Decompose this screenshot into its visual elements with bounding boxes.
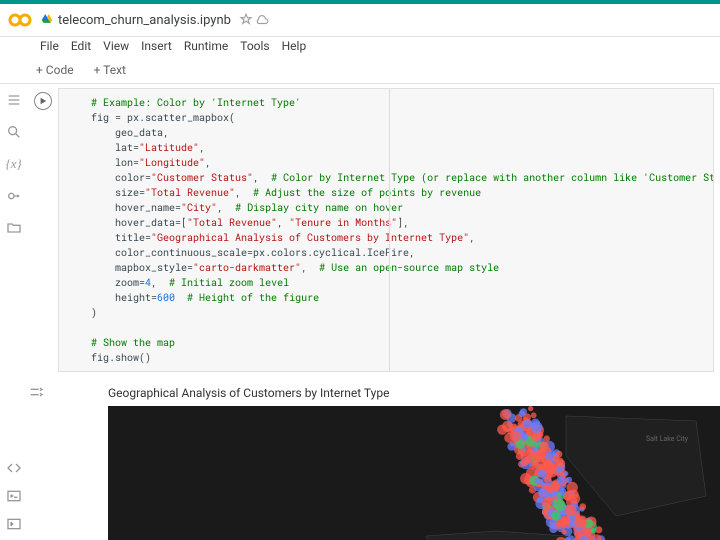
notebook-content: # Example: Color by 'Internet Type' fig …	[28, 84, 720, 540]
code-editor[interactable]: # Example: Color by 'Internet Type' fig …	[58, 88, 714, 372]
add-code-button[interactable]: + Code	[30, 61, 80, 79]
code-cell: # Example: Color by 'Internet Type' fig …	[28, 88, 720, 372]
code-icon[interactable]	[6, 460, 22, 476]
menu-help[interactable]: Help	[282, 39, 307, 53]
header: telecom_churn_analysis.ipynb	[0, 4, 720, 37]
add-text-button[interactable]: + Text	[88, 61, 132, 79]
colab-logo[interactable]	[8, 8, 32, 32]
plotly-map[interactable]: Salt Lake City Las Vegas Phoenix	[108, 406, 720, 540]
notebook-filename[interactable]: telecom_churn_analysis.ipynb	[58, 13, 231, 28]
star-icon[interactable]	[239, 13, 253, 27]
command-icon[interactable]	[6, 516, 22, 532]
cell-toolbar: + Code + Text	[0, 57, 720, 84]
toc-icon[interactable]	[6, 92, 22, 108]
files-icon[interactable]	[6, 220, 22, 236]
drive-icon	[40, 13, 54, 27]
bottom-sidebar	[0, 460, 28, 540]
plot-title: Geographical Analysis of Customers by In…	[108, 386, 720, 400]
menu-edit[interactable]: Edit	[71, 39, 91, 53]
map-label-saltlake: Salt Lake City	[646, 435, 689, 443]
menu-runtime[interactable]: Runtime	[184, 39, 228, 53]
output-cell: Geographical Analysis of Customers by In…	[28, 376, 720, 540]
menu-file[interactable]: File	[40, 39, 59, 53]
variables-icon[interactable]: {x}	[6, 156, 22, 172]
output-options-icon[interactable]	[28, 384, 44, 400]
search-icon[interactable]	[6, 124, 22, 140]
menu-tools[interactable]: Tools	[240, 39, 269, 53]
secrets-icon[interactable]	[6, 188, 22, 204]
terminal-icon[interactable]	[6, 488, 22, 504]
menu-insert[interactable]: Insert	[141, 39, 172, 53]
run-cell-button[interactable]	[34, 92, 52, 110]
menu-view[interactable]: View	[103, 39, 129, 53]
menu-bar: File Edit View Insert Runtime Tools Help	[0, 37, 720, 57]
cloud-saved-icon	[255, 13, 269, 27]
